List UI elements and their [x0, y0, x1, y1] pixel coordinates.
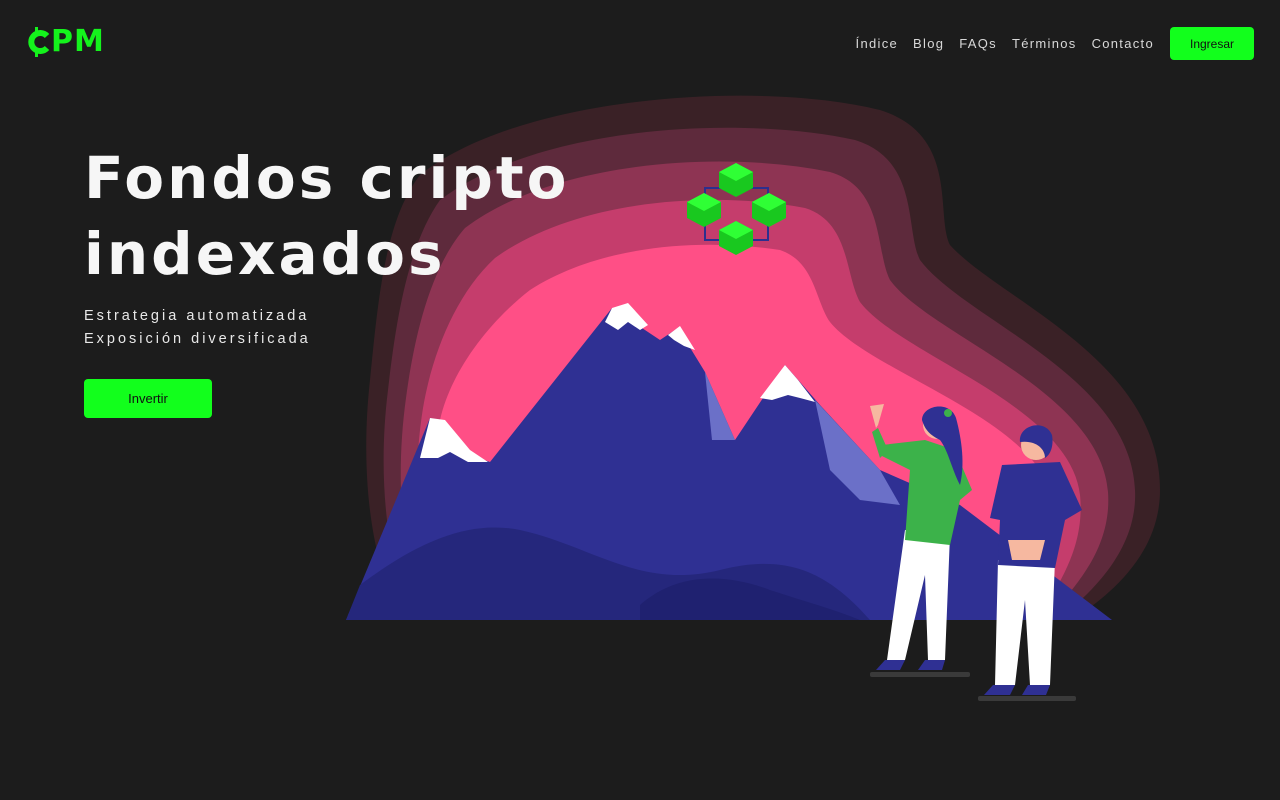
subtitle-line1: Estrategia automatizada: [84, 308, 310, 324]
invest-button[interactable]: Invertir: [84, 379, 212, 418]
hero-subtitle: Estrategia automatizada Exposición diver…: [84, 305, 311, 351]
hero-title-line2: indexados: [84, 220, 446, 288]
hero-title: Fondos cripto indexados: [84, 140, 569, 292]
hero-title-line1: Fondos cripto: [84, 144, 570, 212]
subtitle-line2: Exposición diversificada: [84, 331, 311, 347]
